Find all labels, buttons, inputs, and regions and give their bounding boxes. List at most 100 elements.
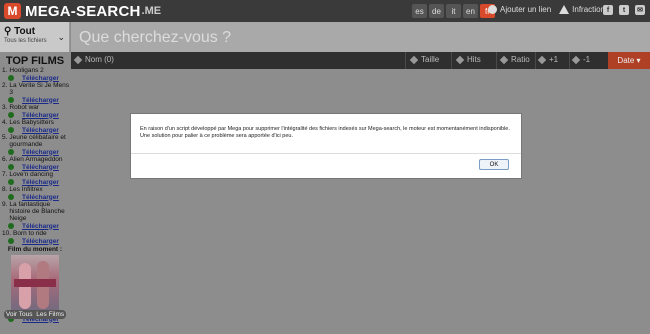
download-link[interactable]: Télécharger — [22, 75, 59, 82]
column-date[interactable]: Date ▾ — [608, 52, 650, 69]
poster-title-band — [14, 279, 56, 287]
download-link[interactable]: Télécharger — [22, 97, 59, 104]
add-link-label: Ajouter un lien — [500, 5, 552, 14]
movie-poster[interactable] — [11, 255, 59, 315]
film-rank: 4. — [2, 119, 8, 126]
column-hits[interactable]: Hits — [455, 55, 481, 64]
warning-icon — [559, 5, 570, 15]
film-item: 9. La fantastique histoire de Blanche Nei… — [0, 201, 70, 230]
film-title[interactable]: Love'n dancing — [9, 171, 53, 178]
plus-icon — [8, 194, 14, 200]
sidebar: TOP FILMS 1. Hooligans 2 Télécharger 2. La V… — [0, 52, 70, 334]
download-link[interactable]: Télécharger — [22, 223, 59, 230]
film-title[interactable]: Les Babysitters — [9, 119, 53, 126]
column-separator — [496, 52, 497, 69]
column-ratio[interactable]: Ratio — [499, 55, 530, 64]
size-icon — [409, 55, 419, 64]
facebook-icon[interactable]: f — [603, 5, 613, 15]
download-link[interactable]: Télécharger — [22, 164, 59, 171]
dialog-divider — [131, 153, 521, 154]
column-separator — [405, 52, 406, 69]
alert-dialog: En raison d'un script développé par Mega… — [130, 113, 522, 179]
download-link[interactable]: Télécharger — [22, 238, 59, 245]
search-icon: ⚲ — [4, 26, 12, 37]
film-rank: 7. — [2, 171, 8, 178]
download-link[interactable]: Télécharger — [22, 127, 59, 134]
column-separator — [569, 52, 570, 69]
plus-icon — [8, 164, 14, 170]
sidebar-title: TOP FILMS — [5, 55, 65, 67]
film-item: 8. Les Infiltrex Télécharger — [0, 186, 70, 201]
film-title[interactable]: Alien Armageddon — [9, 156, 62, 163]
category-value: Tout — [14, 26, 36, 37]
film-item: 1. Hooligans 2 Télécharger — [0, 67, 70, 82]
tag-icon — [73, 55, 83, 64]
column-minus[interactable]: -1 — [571, 55, 591, 64]
film-rank: 2. — [2, 82, 8, 89]
download-link[interactable]: Télécharger — [22, 179, 59, 186]
moment-title: Film du moment : — [7, 246, 63, 253]
category-label: ⚲ Tout — [4, 26, 65, 37]
sidebar-buttons: Voir Tous Les Films — [4, 310, 66, 319]
column-separator — [535, 52, 536, 69]
lang-en[interactable]: en — [463, 4, 478, 18]
ok-button[interactable]: OK — [479, 159, 509, 170]
film-title[interactable]: Born to ride — [13, 230, 47, 237]
film-item: 4. Les Babysitters Télécharger — [0, 119, 70, 134]
site-logo[interactable]: M MEGA-SEARCH .ME — [4, 3, 162, 20]
add-link-button[interactable]: Ajouter un lien — [488, 5, 552, 15]
film-title[interactable]: Jeune célibataire et gourmande — [9, 134, 70, 148]
search-input[interactable]: Que cherchez-vous ? — [71, 22, 650, 52]
lang-es[interactable]: es — [412, 4, 427, 18]
column-size-label: Taille — [421, 55, 440, 64]
film-title[interactable]: La fantastique histoire de Blanche Neige — [9, 201, 70, 222]
film-rank: 9. — [2, 201, 8, 208]
film-list: 1. Hooligans 2 Télécharger 2. La Verite Si J… — [0, 67, 70, 245]
films-button[interactable]: Les Films — [36, 311, 64, 318]
search-placeholder: Que cherchez-vous ? — [79, 29, 232, 46]
logo-icon: M — [4, 3, 21, 19]
language-selector: es de it en fr — [412, 4, 495, 18]
infraction-label: Infraction — [572, 5, 606, 14]
chevron-down-icon: ⌄ — [57, 32, 65, 42]
film-item: 6. Alien Armageddon Télécharger — [0, 156, 70, 171]
column-plus-label: +1 — [549, 55, 559, 64]
category-dropdown[interactable]: ⚲ Tout Tous les fichiers ⌄ — [0, 22, 70, 52]
download-link[interactable]: Télécharger — [22, 112, 59, 119]
film-title[interactable]: Les Infiltrex — [9, 186, 42, 193]
plus-icon — [8, 97, 14, 103]
film-title[interactable]: Hooligans 2 — [9, 67, 43, 74]
film-item: 7. Love'n dancing Télécharger — [0, 171, 70, 186]
film-item: 10. Born to ride Télécharger — [0, 230, 70, 245]
column-hits-label: Hits — [467, 55, 481, 64]
film-item: 2. La Verite Si Je Mens 3 Télécharger — [0, 82, 70, 104]
column-plus[interactable]: +1 — [537, 55, 559, 64]
hits-icon — [455, 55, 465, 64]
film-rank: 8. — [2, 186, 8, 193]
film-title[interactable]: La Verite Si Je Mens 3 — [9, 82, 70, 96]
film-title[interactable]: Robot war — [9, 104, 39, 111]
plus-icon — [8, 75, 14, 81]
lang-it[interactable]: it — [446, 4, 461, 18]
plus-icon — [8, 238, 14, 244]
column-size[interactable]: Taille — [409, 55, 440, 64]
film-item: 5. Jeune célibataire et gourmande Téléchar… — [0, 134, 70, 156]
column-separator — [451, 52, 452, 69]
film-rank: 5. — [2, 134, 8, 141]
column-name-label: Nom (0) — [85, 55, 114, 64]
film-rank: 1. — [2, 67, 8, 74]
lang-de[interactable]: de — [429, 4, 444, 18]
mail-icon[interactable]: ✉ — [635, 5, 645, 15]
thumbs-up-icon — [537, 55, 547, 64]
download-link[interactable]: Télécharger — [22, 194, 59, 201]
column-minus-label: -1 — [583, 55, 591, 64]
see-all-button[interactable]: Voir Tous — [6, 311, 33, 318]
top-links: Ajouter un lien Infraction — [488, 5, 606, 15]
film-rank: 10. — [2, 230, 12, 237]
twitter-icon[interactable]: t — [619, 5, 629, 15]
infraction-button[interactable]: Infraction — [559, 5, 606, 15]
column-name[interactable]: Nom (0) — [73, 55, 114, 64]
download-link[interactable]: Télécharger — [22, 149, 59, 156]
logo-ext: .ME — [141, 5, 162, 17]
top-bar: M MEGA-SEARCH .ME es de it en fr Ajouter… — [0, 0, 650, 22]
